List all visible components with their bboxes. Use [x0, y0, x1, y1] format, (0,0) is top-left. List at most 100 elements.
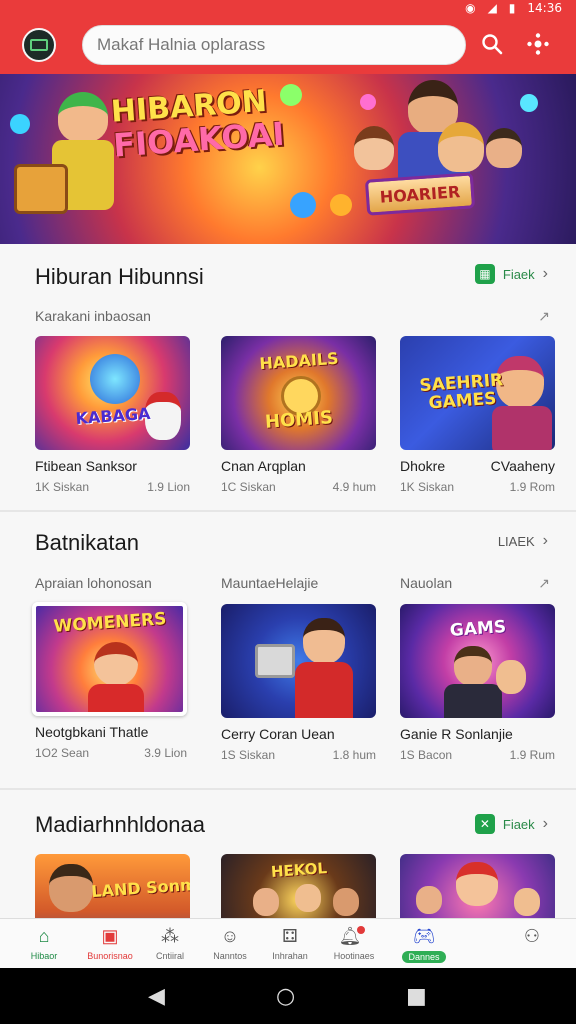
nav-item-store[interactable]: ▣ Bunorisnao — [80, 925, 140, 961]
search-input[interactable] — [97, 35, 465, 55]
character-kid — [354, 126, 394, 170]
nav-item-interaction[interactable]: ⚃ Inhrahan — [260, 925, 320, 961]
game-downloads: 1C Siskan — [221, 480, 276, 494]
app-logo[interactable] — [22, 28, 56, 62]
game-card[interactable]: KABAGA Ftibean Sanksor 1K Siskan 1.9 Lio… — [35, 336, 190, 494]
nav-label: Inhrahan — [272, 951, 308, 961]
game-thumbnail — [400, 854, 555, 918]
home-icon: ⌂ — [38, 926, 50, 946]
treasure-chest — [14, 164, 68, 214]
character-girl — [438, 122, 484, 172]
search-icon[interactable] — [478, 30, 506, 58]
section-subtitle: Karakani inbaosan — [35, 308, 151, 324]
game-thumbnail: SAEHRIR GAMES — [400, 336, 555, 450]
game-developer: CVaaheny — [490, 458, 555, 474]
nav-item-home[interactable]: ⌂ Hibaor — [14, 925, 74, 961]
game-downloads: 1S Siskan — [221, 748, 276, 762]
character-left — [58, 92, 108, 142]
game-thumbnail: WOMENERS — [32, 602, 187, 716]
section-title: Hiburan Hibunnsi — [35, 264, 204, 289]
game-card[interactable]: WOMENERS Neotgbkani Thatle 1O2 Sean 3.9 … — [32, 602, 187, 760]
banner-sign: HOARIER — [364, 172, 476, 216]
notification-dot — [357, 926, 366, 934]
bottom-navigation: ⌂ Hibaor ▣ Bunorisnao ⁂ Cntiiral ☺ Nannt… — [0, 918, 576, 968]
see-more-button[interactable]: ✕ Fiaek › — [474, 814, 548, 834]
recents-icon[interactable]: ■ — [406, 984, 427, 1009]
section-recommended: Batnikatan LIAEK › Apraian lohonosan Mau… — [0, 512, 576, 788]
chevron-right-icon: › — [542, 532, 548, 549]
expand-arrow-icon[interactable]: ↗ — [538, 308, 550, 325]
game-card[interactable]: SAEHRIR GAMES Dhokre CVaaheny 1K Siskan … — [400, 336, 555, 494]
game-title: Cerry Coran Uean — [221, 726, 335, 742]
game-thumbnail: HADAILS HOMIS — [221, 336, 376, 450]
expand-arrow-icon[interactable]: ↗ — [538, 575, 550, 592]
nav-item-friends[interactable]: ☺ Nanntos — [200, 925, 260, 961]
chevron-right-icon: › — [542, 265, 548, 282]
see-more-button[interactable]: ▦ Fiaek › — [474, 264, 548, 284]
game-title: Ftibean Sanksor — [35, 458, 137, 474]
thumbnail-text: SAEHRIR GAMES — [418, 370, 504, 414]
home-button-icon[interactable]: ○ — [276, 984, 295, 1009]
game-title: Cnan Arqplan — [221, 458, 306, 474]
game-card[interactable]: GAMS Ganie R Sonlanjie 1S Bacon 1.9 Rum — [400, 604, 555, 762]
game-title: Ganie R Sonlanjie — [400, 726, 513, 742]
game-rating: 4.9 hum — [332, 480, 376, 494]
nav-item-profile[interactable]: ⚇ — [502, 925, 562, 947]
games-icon: 🎮︎ — [412, 926, 436, 946]
game-card[interactable]: HADAILS HOMIS Cnan Arqplan 1C Siskan 4.9… — [221, 336, 376, 494]
game-rating: 1.8 hum — [332, 748, 376, 762]
game-card[interactable]: HEKOL — [221, 854, 376, 918]
dice-icon: ⚃ — [282, 926, 298, 946]
thumbnail-text: GAMS — [448, 617, 507, 642]
store-icon: ▣ — [101, 926, 119, 946]
game-title-row: Dhokre CVaaheny — [400, 458, 555, 474]
battery-icon: ▮ — [508, 1, 516, 15]
game-downloads: 1K Siskan — [35, 480, 90, 494]
section-subtitle-right: Nauolan — [400, 575, 453, 591]
game-rating: 1.9 Rum — [509, 748, 555, 762]
game-meta: 1C Siskan 4.9 hum — [221, 480, 376, 494]
game-thumbnail: LAND Sonm — [35, 854, 190, 918]
profile-icon: ⚇ — [523, 926, 541, 946]
section-title: Madiarhnhldonaa — [35, 812, 206, 837]
thumbnail-text: KABAGA — [74, 403, 151, 428]
game-meta: 1O2 Sean 3.9 Lion — [35, 746, 187, 760]
back-icon[interactable]: ◀ — [148, 984, 165, 1009]
nav-item-games[interactable]: 🎮︎ Dannes — [394, 925, 454, 963]
see-more-button[interactable]: LIAEK › — [498, 532, 548, 550]
game-thumbnail: HEKOL — [221, 854, 376, 918]
game-card[interactable]: LAND Sonm — [35, 854, 190, 918]
game-card[interactable] — [400, 854, 555, 918]
section-subtitle: Apraian lohonosan — [35, 575, 152, 591]
game-title: Neotgbkani Thatle — [35, 724, 149, 740]
bell-icon: 🔔︎ — [339, 925, 370, 947]
game-meta: 1K Siskan 1.9 Rom — [400, 480, 555, 494]
game-thumbnail — [221, 604, 376, 718]
game-card[interactable]: Cerry Coran Uean 1S Siskan 1.8 hum — [221, 604, 376, 762]
nav-item-notifications[interactable]: 🔔︎ Hootinaes — [324, 925, 384, 961]
section-subtitle-mid: MauntaeHelajie — [221, 575, 319, 591]
nav-label: Hootinaes — [333, 951, 375, 961]
signal-icon: ◢ — [487, 1, 497, 15]
game-downloads: 1K Siskan — [400, 480, 455, 494]
nav-item-central[interactable]: ⁂ Cntiiral — [140, 925, 200, 961]
thumbnail-text: HOMIS — [263, 407, 334, 434]
search-bar[interactable] — [82, 25, 466, 65]
section-entertainment: Hiburan Hibunnsi ▦ Fiaek › Karakani inba… — [0, 244, 576, 510]
nav-label: Dannes — [402, 951, 446, 963]
nav-label: Nanntos — [213, 951, 247, 961]
app-header: ◉ ◢ ▮ 14:36 — [0, 0, 576, 74]
system-navigation-bar: ◀ ○ ■ — [0, 968, 576, 1024]
see-more-label: LIAEK — [497, 533, 535, 549]
status-bar: ◉ ◢ ▮ 14:36 — [465, 0, 562, 16]
thumbnail-text: WOMENERS — [52, 609, 167, 637]
see-more-label: Fiaek — [502, 266, 535, 282]
thumbnail-title-text: HADAILS — [258, 348, 339, 374]
settings-icon[interactable] — [524, 30, 552, 58]
game-meta: 1S Bacon 1.9 Rum — [400, 748, 555, 762]
section-title: Batnikatan — [35, 530, 139, 555]
section-more-games: Madiarhnhldonaa ✕ Fiaek › LAND Sonm HEKO… — [0, 790, 576, 918]
game-rating: 1.9 Rom — [509, 480, 555, 494]
smile-icon: ☺ — [220, 926, 240, 946]
promo-banner[interactable]: HIBARON FIOAKOAI HOARIER — [0, 74, 576, 244]
